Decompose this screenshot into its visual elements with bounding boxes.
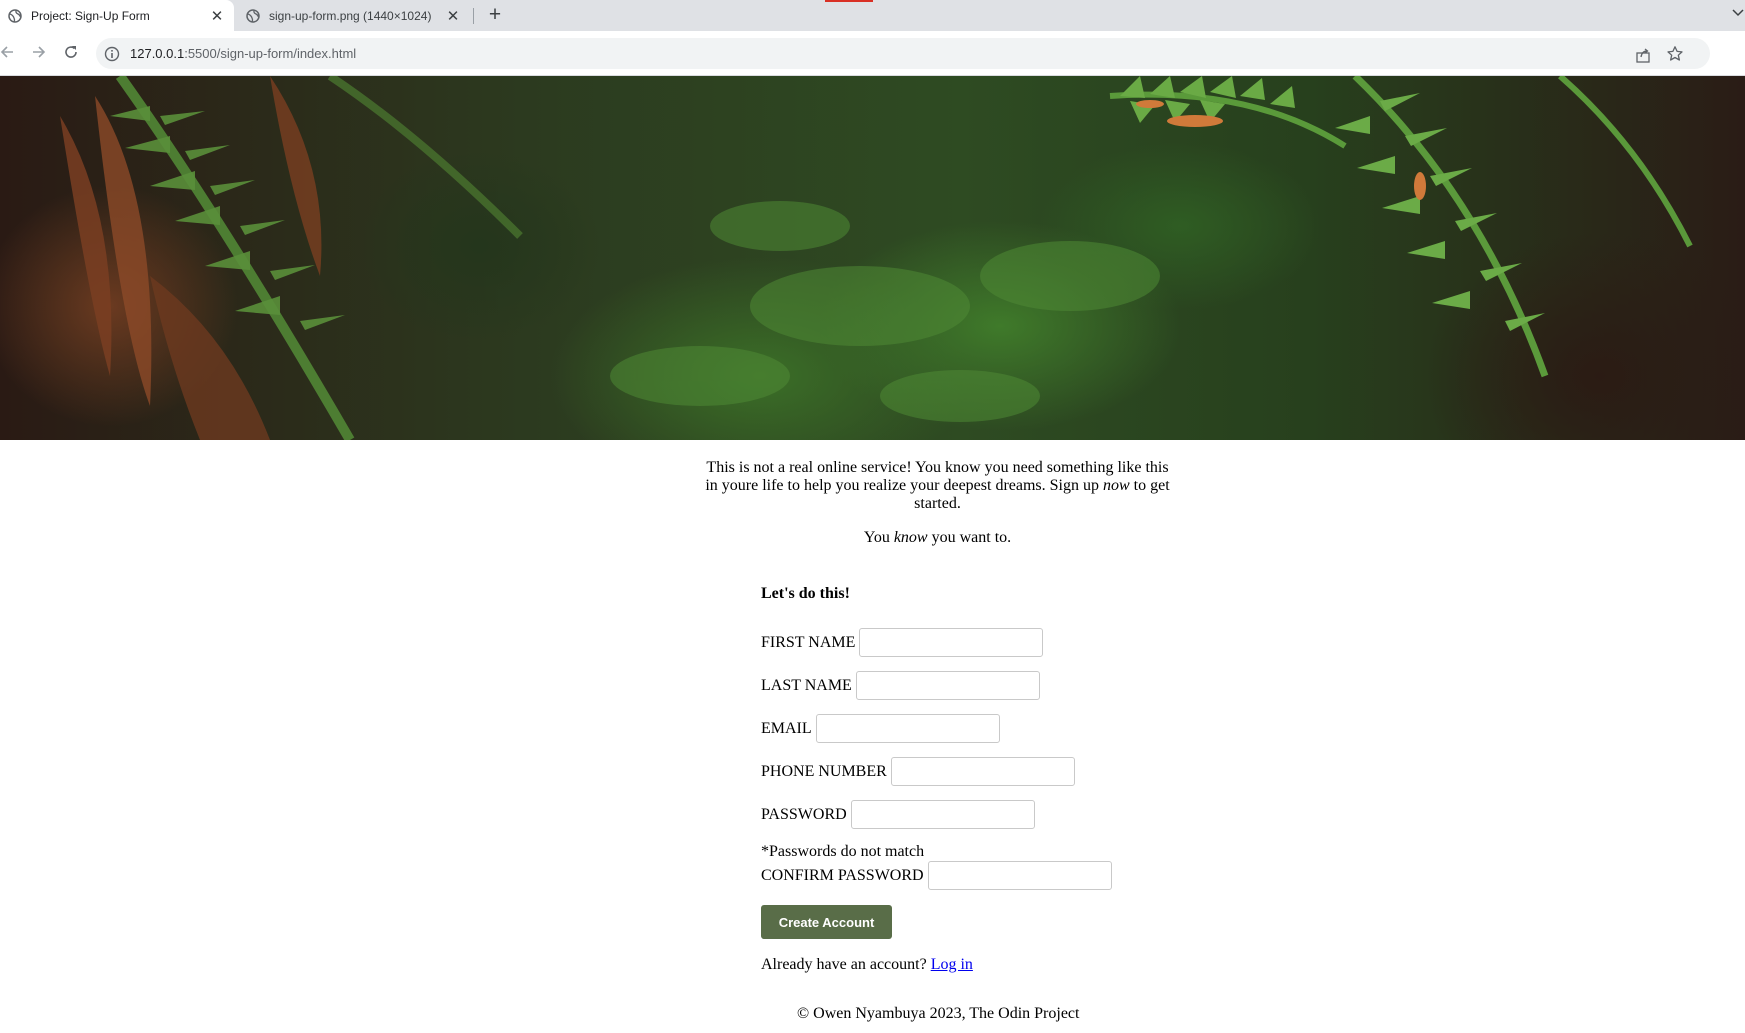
email-row: EMAIL	[761, 714, 1000, 743]
back-button[interactable]	[0, 41, 18, 63]
globe-icon	[246, 8, 260, 23]
first-name-input[interactable]	[859, 628, 1044, 657]
log-in-link[interactable]: Log in	[931, 956, 973, 973]
email-label: EMAIL	[761, 719, 812, 737]
tab-project-sign-up-form[interactable]: Project: Sign-Up Form ✕	[0, 0, 234, 31]
intro-text-start: This is not a real online service! You k…	[705, 459, 1169, 494]
password-mismatch-error: *Passwords do not match	[761, 843, 925, 860]
forward-icon	[33, 46, 46, 58]
password-label: PASSWORD	[761, 805, 847, 823]
star-icon[interactable]	[1666, 45, 1684, 63]
first-name-label: FIRST NAME	[761, 633, 856, 651]
tagline-emphasis-know: know	[893, 529, 928, 546]
new-tab-button[interactable]: +	[484, 3, 506, 27]
intro-tagline: You know you want to.	[700, 529, 1175, 547]
back-icon	[0, 46, 13, 58]
tagline-end: you want to.	[927, 529, 1012, 546]
globe-icon	[8, 8, 22, 23]
last-name-row: LAST NAME	[761, 671, 1040, 700]
fern-foliage-image	[60, 76, 1693, 440]
url-path: :5500/sign-up-form/index.html	[184, 46, 357, 61]
share-icon[interactable]	[1634, 46, 1652, 64]
chevron-down-icon[interactable]	[1731, 4, 1745, 24]
last-name-input[interactable]	[855, 671, 1040, 700]
address-bar[interactable]: 127.0.0.1:5500/sign-up-form/index.html	[96, 38, 1710, 69]
first-name-row: FIRST NAME	[761, 628, 1044, 657]
tab-title: Project: Sign-Up Form	[31, 8, 150, 23]
intro-paragraph: This is not a real online service! You k…	[700, 459, 1175, 513]
tagline-start: You	[863, 529, 894, 546]
last-name-label: LAST NAME	[761, 676, 852, 694]
confirm-password-label: CONFIRM PASSWORD	[761, 866, 924, 884]
tab-sign-up-form-png[interactable]: sign-up-form.png (1440×1024) ✕	[242, 0, 470, 31]
login-prompt: Already have an account? Log in	[761, 956, 973, 974]
form-heading: Let's do this!	[761, 585, 850, 602]
url-host: 127.0.0.1	[130, 46, 185, 61]
forward-button[interactable]	[28, 41, 50, 63]
info-icon[interactable]	[104, 46, 120, 62]
tab-separator	[473, 8, 474, 24]
reload-icon	[65, 46, 77, 58]
phone-number-input[interactable]	[890, 757, 1075, 786]
password-row: PASSWORD	[761, 800, 1035, 829]
login-prompt-text: Already have an account?	[761, 956, 927, 973]
tab-strip-indicator	[825, 0, 873, 2]
browser-toolbar: 127.0.0.1:5500/sign-up-form/index.html	[0, 31, 1745, 76]
hero-image	[0, 76, 1745, 440]
close-icon[interactable]: ✕	[206, 7, 228, 25]
email-input[interactable]	[815, 714, 1000, 743]
browser-tab-bar: Project: Sign-Up Form ✕ sign-up-form.png…	[0, 0, 1745, 31]
tab-title: sign-up-form.png (1440×1024)	[269, 8, 432, 23]
create-account-button[interactable]: Create Account	[761, 905, 892, 939]
close-icon[interactable]: ✕	[442, 7, 464, 25]
footer-copyright: © Owen Nyambuya 2023, The Odin Project	[797, 1005, 1080, 1022]
phone-number-label: PHONE NUMBER	[761, 762, 887, 780]
password-input[interactable]	[850, 800, 1035, 829]
phone-number-row: PHONE NUMBER	[761, 757, 1075, 786]
intro-emphasis-now: now	[1103, 477, 1130, 494]
reload-button[interactable]	[60, 41, 82, 63]
confirm-password-input[interactable]	[927, 861, 1112, 890]
confirm-password-row: CONFIRM PASSWORD	[761, 861, 1112, 890]
url-text: 127.0.0.1:5500/sign-up-form/index.html	[130, 46, 356, 61]
intro-text: This is not a real online service! You k…	[700, 459, 1175, 547]
